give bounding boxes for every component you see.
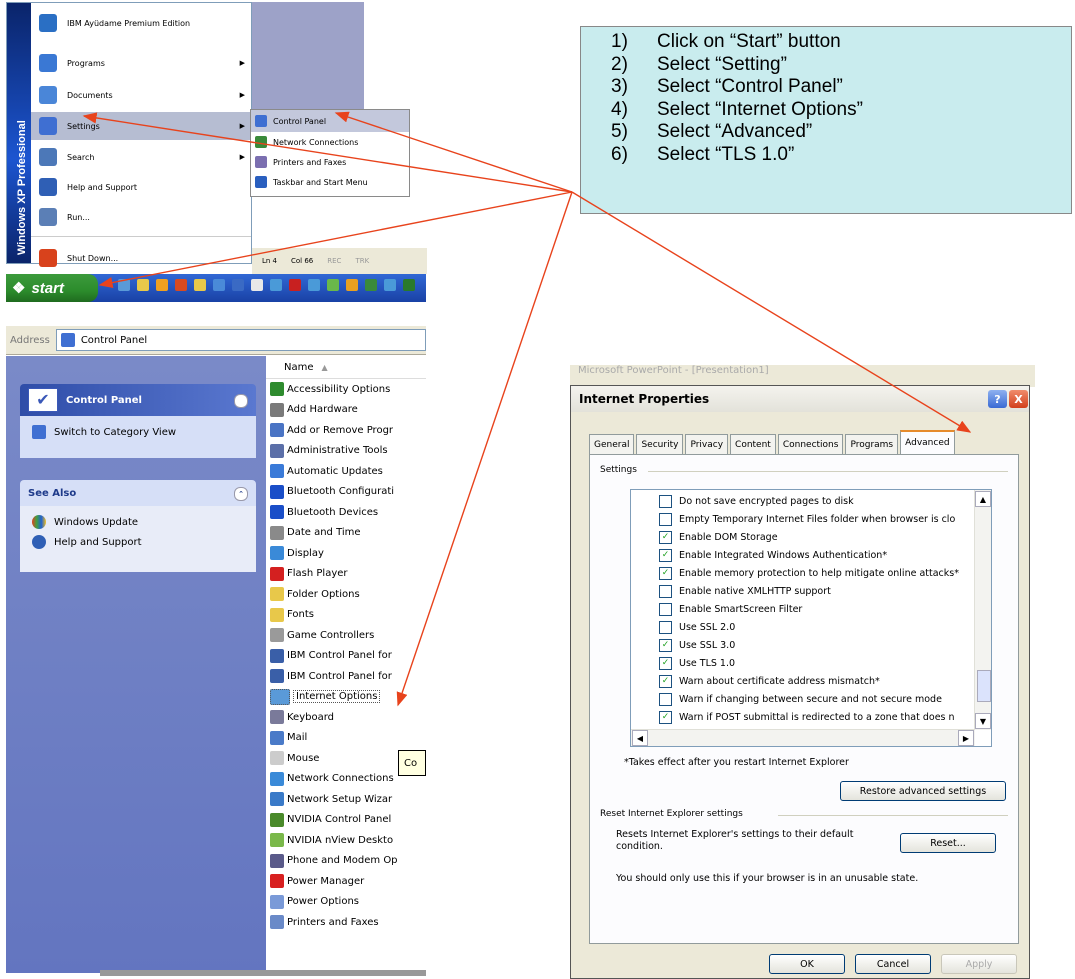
arrow-to-start	[98, 191, 573, 289]
annotation-arrows	[82, 111, 972, 707]
arrow-to-settings	[82, 112, 573, 193]
arrow-to-internet-options	[396, 191, 573, 707]
arrow-to-control-panel	[334, 111, 573, 193]
arrow-to-advanced-tab	[571, 191, 972, 433]
